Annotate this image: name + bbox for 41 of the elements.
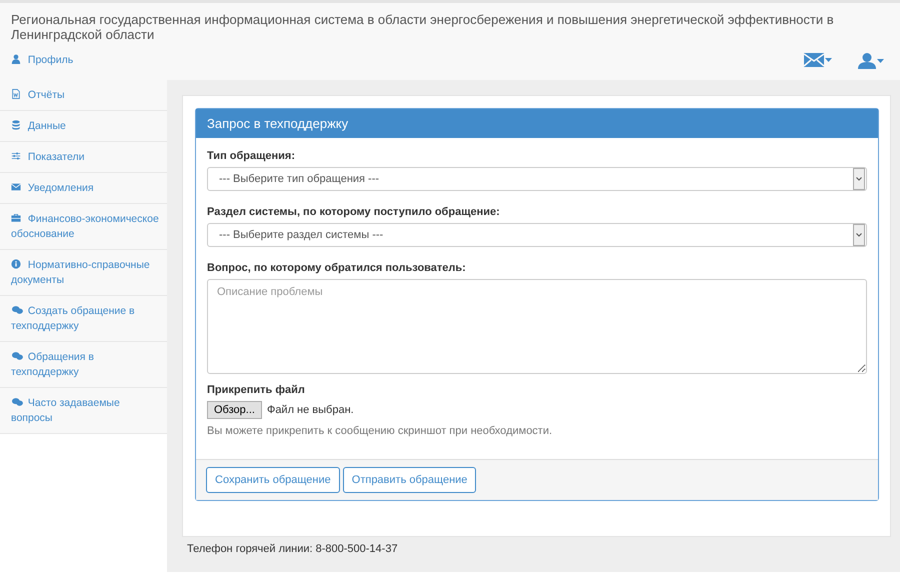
- field-label: Раздел системы, по которому поступило обращение:: [207, 206, 501, 218]
- caret-icon: [825, 58, 832, 62]
- sidebar-item[interactable]: Финансово-экономическое обоснование: [0, 204, 167, 250]
- field-label: Прикрепить файл: [207, 384, 306, 396]
- sidebar-item[interactable]: Данные: [0, 111, 167, 142]
- sidebar-item[interactable]: Создать обращение в техподдержку: [0, 296, 167, 342]
- field-label: Вопрос, по которому обратился пользователь:: [207, 262, 467, 274]
- system-section-select[interactable]: --- Выберите раздел системы ---: [207, 223, 867, 247]
- file-status: Файл не выбран.: [266, 404, 354, 416]
- chat-icon: [11, 397, 24, 407]
- sliders-icon: [11, 151, 21, 161]
- field-label: Тип обращения:: [207, 150, 296, 162]
- question-textarea[interactable]: Описание проблемы: [207, 279, 867, 374]
- panel-title: Запрос в техподдержку: [196, 109, 878, 138]
- database-icon: [11, 120, 21, 130]
- messages-menu[interactable]: [802, 51, 834, 69]
- action-button[interactable]: Сохранить обращение: [206, 467, 340, 493]
- user-icon: [11, 54, 21, 64]
- sidebar-item[interactable]: Профиль: [0, 45, 167, 80]
- document-icon: [11, 89, 21, 99]
- sidebar-item[interactable]: Показатели: [0, 142, 167, 173]
- user-icon: [858, 53, 876, 69]
- request-type-select[interactable]: --- Выберите тип обращения ---: [207, 167, 867, 191]
- sidebar-item[interactable]: Часто задаваемые вопросы: [0, 388, 167, 434]
- briefcase-icon: [11, 213, 21, 223]
- chat-icon: [11, 305, 24, 315]
- site-title: Региональная государственная информационная система в области энергосбережения и повышения энергетической эффективности в Ленинградской области: [11, 12, 835, 42]
- envelope-icon: [11, 182, 21, 192]
- user-menu[interactable]: [856, 51, 886, 71]
- info-icon: [11, 259, 21, 269]
- sidebar-item[interactable]: Обращения в техподдержку: [0, 342, 167, 388]
- help-text: Вы можете прикрепить к сообщению скриншот при необходимости.: [207, 425, 554, 439]
- sidebar-item[interactable]: Уведомления: [0, 173, 167, 204]
- sidebar-item[interactable]: Отчёты: [0, 80, 167, 111]
- sidebar-item[interactable]: Нормативно-справочные документы: [0, 250, 167, 296]
- browse-button[interactable]: Обзор...: [207, 401, 262, 419]
- hotline-text: Телефон горячей линии: 8-800-500-14-37: [187, 543, 399, 555]
- envelope-icon: [804, 53, 824, 67]
- action-button[interactable]: Отправить обращение: [342, 467, 476, 493]
- chat-icon: [11, 351, 24, 361]
- caret-icon: [877, 59, 884, 63]
